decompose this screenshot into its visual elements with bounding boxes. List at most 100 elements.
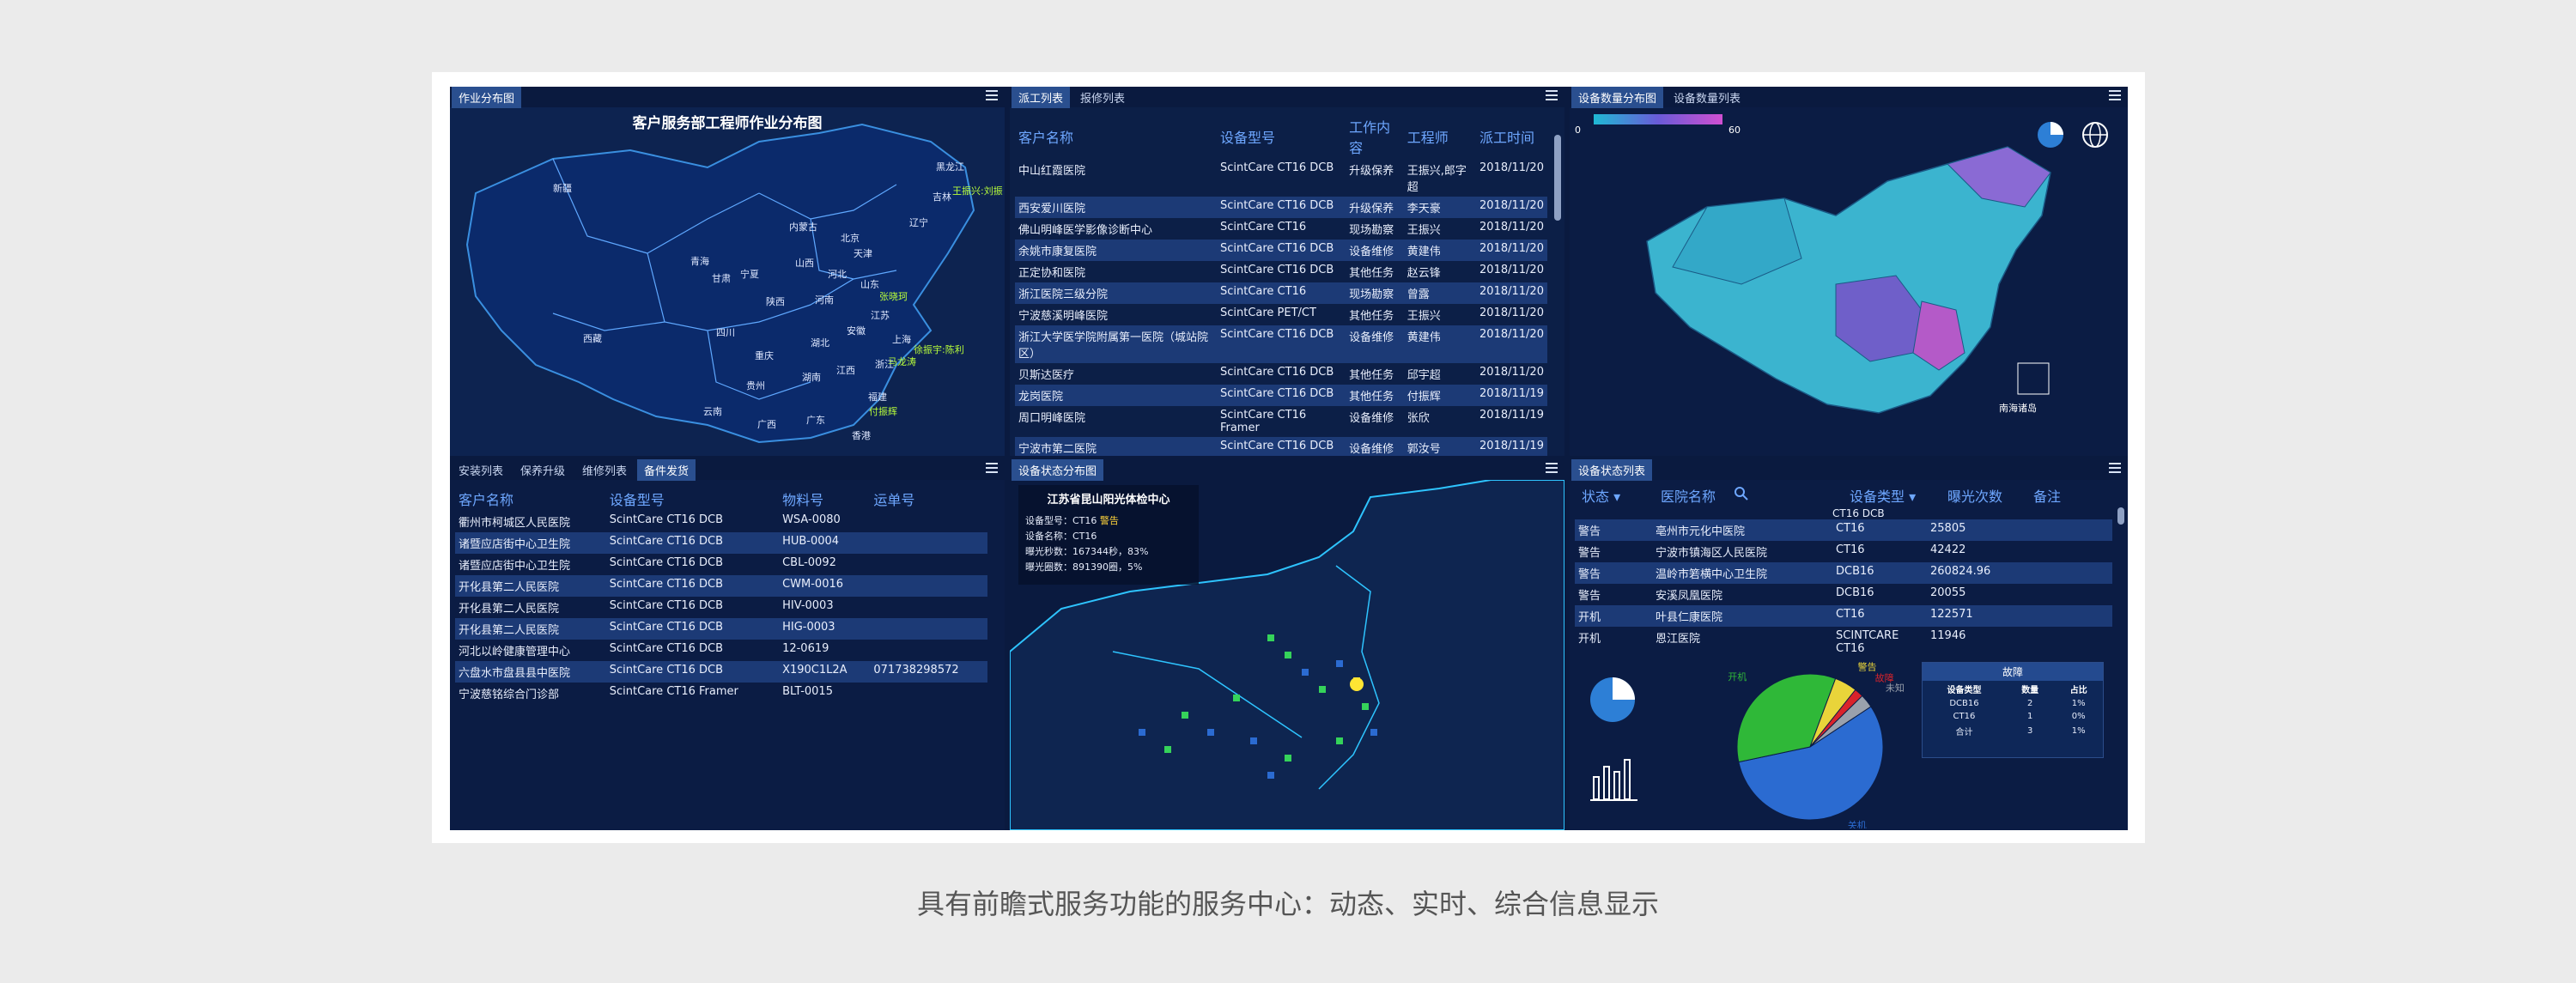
parts-row[interactable]: 河北以岭健康管理中心 ScintCare CT16 DCB 12-0619 xyxy=(455,640,987,661)
tab-device-status-map[interactable]: 设备状态分布图 xyxy=(1012,459,1104,481)
province-label: 陕西 xyxy=(766,296,785,307)
status-cell-type: CT16 xyxy=(1832,605,1927,627)
spare-parts-panel: 安装列表 保养升级 维修列表 备件发货 客户名称 设备型号 物料号 运单号 衢州… xyxy=(450,459,1005,830)
dispatch-row[interactable]: 龙岗医院 ScintCare CT16 DCB 其他任务 付振辉 2018/11/19 xyxy=(1015,385,1547,406)
parts-row[interactable]: 六盘水市盘县县中医院 ScintCare CT16 DCB X190C1L2A 071… xyxy=(455,661,987,683)
dispatch-row-cell: ScintCare CT16 DCB xyxy=(1219,264,1334,276)
menu-icon[interactable] xyxy=(1546,463,1558,473)
tab-device-count-map[interactable]: 设备数量分布图 xyxy=(1571,87,1664,108)
dispatch-row-cell: 邱宇超 xyxy=(1406,369,1441,382)
tooltip-line-exposure-seconds: 曝光秒数：167344秒，83% xyxy=(1025,546,1149,557)
menu-icon[interactable] xyxy=(2109,463,2121,473)
dispatch-row-cell: ScintCare CT16 DCB xyxy=(1216,437,1346,456)
dispatch-row[interactable]: 正定协和医院 ScintCare CT16 DCB 其他任务 赵云锋 2018/11/2… xyxy=(1015,261,1547,282)
tab-maintenance-upgrade[interactable]: 保养升级 xyxy=(513,459,572,481)
dispatch-row[interactable]: 中山红霞医院 ScintCare CT16 DCB 升级保养 王振兴,郎字超 2018/… xyxy=(1015,159,1547,197)
fault-row[interactable]: CT16 1 0% xyxy=(1923,710,2103,723)
province-label: 湖北 xyxy=(811,337,829,349)
fault-row-cell: 1% xyxy=(2071,726,2086,736)
dispatch-row[interactable]: 周口明峰医院 ScintCare CT16 Framer 设备维修 张欣 2018/11… xyxy=(1015,406,1547,437)
status-row[interactable]: 开机 叶县仁康医院 CT16 122571 xyxy=(1575,605,2112,627)
dispatch-row-cell: 设备维修 xyxy=(1349,412,1394,425)
parts-row[interactable]: 宁波慈铭综合门诊部 ScintCare CT16 Framer BLT-0015 xyxy=(455,683,987,704)
tab-engineer-map[interactable]: 作业分布图 xyxy=(452,87,522,108)
status-cell-name: 安溪凤凰医院 xyxy=(1656,590,1723,603)
parts-row[interactable]: 诸暨应店街中心卫生院 ScintCare CT16 DCB HUB-0004 xyxy=(455,532,987,554)
col-model: 设备型号 xyxy=(609,492,665,508)
dispatch-row-cell: 正定协和医院 xyxy=(1018,267,1086,280)
status-cell-type: DCB16 xyxy=(1836,586,1874,599)
parts-row-cell: 071738298572 xyxy=(870,661,987,683)
col-exposure-count: 曝光次数 xyxy=(1947,488,2003,505)
dispatch-row-cell: 黄建伟 xyxy=(1403,325,1477,363)
tab-spare-parts[interactable]: 备件发货 xyxy=(637,459,696,481)
parts-row-cell xyxy=(870,618,987,640)
parts-row-cell: HIV-0003 xyxy=(782,599,834,612)
parts-row[interactable]: 诸暨应店街中心卫生院 ScintCare CT16 DCB CBL-0092 xyxy=(455,554,987,575)
dispatch-row[interactable]: 浙江大学医学院附属第一医院（城站院区） ScintCare CT16 DCB 设备维… xyxy=(1015,325,1547,363)
status-row[interactable]: 警告 安溪凤凰医院 DCB16 20055 xyxy=(1575,584,2112,605)
dispatch-row-cell: 张欣 xyxy=(1406,412,1430,425)
col-waybill: 运单号 xyxy=(873,492,915,508)
status-cell-status: 开机 xyxy=(1575,605,1652,627)
status-row[interactable]: 警告 亳州市元化中医院 CT16 25805 xyxy=(1575,519,2112,541)
tab-repair-list[interactable]: 报修列表 xyxy=(1073,87,1132,108)
parts-row[interactable]: 开化县第二人民医院 ScintCare CT16 DCB CWM-0016 xyxy=(455,575,987,597)
dispatch-row[interactable]: 宁波市第二医院 ScintCare CT16 DCB 设备维修 郭汝号 2018/11/… xyxy=(1015,437,1547,456)
dispatch-row-cell: 赵云锋 xyxy=(1406,267,1441,280)
parts-row-cell: BLT-0015 xyxy=(782,685,833,698)
parts-row-cell: 12-0619 xyxy=(782,642,829,655)
dispatch-row[interactable]: 宁波慈溪明峰医院 ScintCare PET/CT 其他任务 王振兴 2018/11/2… xyxy=(1015,304,1547,325)
globe-icon[interactable] xyxy=(2078,118,2112,152)
status-cell-name: 宁波市镇海区人民医院 xyxy=(1656,547,1768,560)
col-device-type[interactable]: 设备类型 ▾ xyxy=(1850,485,1916,506)
parts-row[interactable]: 开化县第二人民医院 ScintCare CT16 DCB HIG-0003 xyxy=(455,618,987,640)
search-icon[interactable] xyxy=(1735,487,1748,504)
parts-row-cell: ScintCare CT16 DCB xyxy=(605,532,780,554)
pie-chart-icon[interactable] xyxy=(1587,674,1638,725)
menu-icon[interactable] xyxy=(986,90,998,100)
tab-device-count-list[interactable]: 设备数量列表 xyxy=(1667,87,1747,108)
dispatch-row[interactable]: 余姚市康复医院 ScintCare CT16 DCB 设备维修 黄建伟 2018/11/… xyxy=(1015,240,1547,261)
status-scrollbar[interactable] xyxy=(2117,507,2124,525)
parts-row-cell: ScintCare CT16 DCB xyxy=(605,661,780,683)
tab-install-list[interactable]: 安装列表 xyxy=(452,459,510,481)
tooltip-line-name: 设备名称：CT16 xyxy=(1025,531,1097,542)
fault-row[interactable]: 合计 3 1% xyxy=(1923,723,2103,739)
tooltip-line-exposure-rounds: 曝光圈数：891390圈，5% xyxy=(1025,561,1143,573)
col-model: 设备型号 xyxy=(1219,130,1275,146)
dispatch-row[interactable]: 西安爱川医院 ScintCare CT16 DCB 升级保养 李天豪 2018/11/2… xyxy=(1015,197,1547,218)
bar-chart-icon[interactable] xyxy=(1590,751,1642,803)
dispatch-row-cell: ScintCare CT16 DCB xyxy=(1216,197,1346,218)
status-cell-type: DCB16 xyxy=(1832,562,1927,584)
status-row[interactable]: 警告 宁波市镇海区人民医院 CT16 42422 xyxy=(1575,541,2112,562)
parts-row[interactable]: 衢州市柯城区人民医院 ScintCare CT16 DCB WSA-0080 xyxy=(455,511,987,532)
fault-row-cell: 2 xyxy=(2027,699,2033,708)
tab-repair-list[interactable]: 维修列表 xyxy=(575,459,634,481)
col-part-no: 物料号 xyxy=(782,492,824,508)
parts-row[interactable]: 开化县第二人民医院 ScintCare CT16 DCB HIV-0003 xyxy=(455,597,987,618)
col-status[interactable]: 状态 ▾ xyxy=(1582,485,1620,506)
menu-icon[interactable] xyxy=(2109,90,2121,100)
parts-row-cell xyxy=(870,532,987,554)
province-label: 香港 xyxy=(852,430,871,441)
pie-label-4: 未知 xyxy=(1886,682,1905,694)
dispatch-row-cell: ScintCare CT16 DCB xyxy=(1216,240,1346,261)
dispatch-row[interactable]: 佛山明峰医学影像诊断中心 ScintCare CT16 现场勘察 王振兴 2018/11… xyxy=(1015,218,1547,240)
menu-icon[interactable] xyxy=(986,463,998,473)
status-cell-type: CT16 xyxy=(1836,543,1865,556)
province-label: 北京 xyxy=(841,233,860,244)
status-row[interactable]: 警告 温岭市箬横中心卫生院 DCB16 260824.96 xyxy=(1575,562,2112,584)
device-status-map-panel: 设备状态分布图 江苏省昆山阳光体检中心 设备型号：CT16 警告 设备名称：CT… xyxy=(1010,459,1564,830)
dispatch-row-cell: 升级保养 xyxy=(1346,197,1404,218)
province-label: 重庆 xyxy=(755,350,774,361)
dispatch-scrollbar[interactable] xyxy=(1554,135,1561,221)
status-cell-count: 25805 xyxy=(1927,519,2021,541)
tab-dispatch-list[interactable]: 派工列表 xyxy=(1012,87,1071,108)
dispatch-row[interactable]: 贝斯达医疗 ScintCare CT16 DCB 其他任务 邱宇超 2018/11/20 xyxy=(1015,363,1547,385)
fault-row[interactable]: DCB16 2 1% xyxy=(1923,697,2103,710)
dispatch-row[interactable]: 浙江医院三级分院 ScintCare CT16 现场勘察 曾露 2018/11/20 xyxy=(1015,282,1547,304)
menu-icon[interactable] xyxy=(1546,90,1558,100)
tab-device-status-list[interactable]: 设备状态列表 xyxy=(1571,459,1653,481)
status-cell-note xyxy=(2021,519,2112,541)
